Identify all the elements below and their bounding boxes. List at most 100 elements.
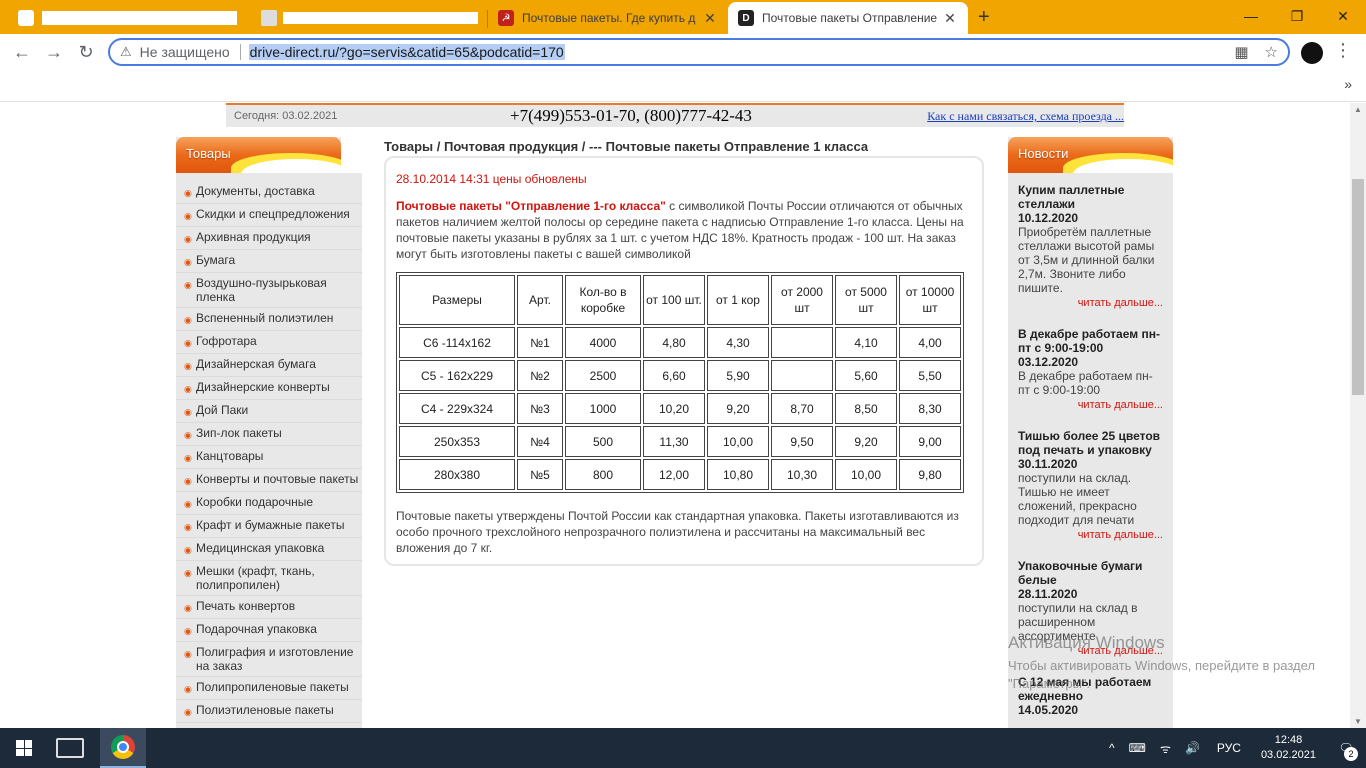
bookmarks-overflow-icon[interactable]: » — [1344, 76, 1352, 92]
back-button[interactable]: ← — [10, 40, 34, 64]
bullet-icon: ◉ — [184, 315, 192, 325]
qr-code-icon[interactable]: ▦ — [1234, 43, 1248, 61]
tab-pochtovye-pakety-buy[interactable]: ☭ Почтовые пакеты. Где купить д ✕ — [488, 2, 728, 34]
category-label[interactable]: Медицинская упаковка — [196, 541, 324, 557]
category-label[interactable]: Крафт и бумажные пакеты — [196, 518, 344, 534]
sidebar-category-item[interactable]: ◉ Подарочная упаковка — [176, 619, 362, 642]
language-indicator[interactable]: РУС — [1217, 741, 1241, 755]
news-text: В декабре работаем пн-пт с 9:00-19:00 — [1018, 369, 1153, 397]
scrollbar-thumb[interactable] — [1352, 179, 1364, 395]
category-label[interactable]: Мешки (крафт, ткань, полипропилен) — [196, 564, 362, 592]
contact-link[interactable]: Как с нами связаться, схема проезда ... — [927, 109, 1124, 124]
category-label[interactable]: Гофротара — [196, 334, 257, 350]
category-label[interactable]: Полиграфия и изготовление на заказ — [196, 645, 362, 673]
notification-count: 2 — [1344, 747, 1358, 761]
sidebar-category-item[interactable]: ◉ Канцтовары — [176, 446, 362, 469]
sidebar-category-item[interactable]: ◉ Крафт и бумажные пакеты — [176, 515, 362, 538]
category-label[interactable]: Конверты и почтовые пакеты — [196, 472, 358, 488]
network-icon[interactable]: ᯤ — [1160, 740, 1171, 757]
bullet-icon: ◉ — [184, 453, 192, 463]
sidebar-category-item[interactable]: ◉ Полипропиленовые пакеты — [176, 677, 362, 700]
read-more-link[interactable]: читать дальше... — [1018, 297, 1163, 309]
news-title[interactable]: Тишью более 25 цветов под печать и упако… — [1018, 429, 1163, 457]
start-button[interactable] — [0, 728, 48, 768]
category-label[interactable]: Дизайнерская бумага — [196, 357, 316, 373]
table-cell: 5,90 — [707, 360, 769, 391]
clock[interactable]: 12:48 03.02.2021 — [1261, 733, 1316, 763]
security-status[interactable]: Не защищено — [140, 44, 230, 60]
news-title[interactable]: Упаковочные бумаги белые — [1018, 559, 1163, 587]
page-scrollbar[interactable]: ▲ ▼ — [1350, 103, 1366, 728]
category-label[interactable]: Воздушно-пузырьковая пленка — [196, 276, 362, 304]
sidebar-category-item[interactable]: ◉ Полиэтиленовые пакеты — [176, 700, 362, 723]
news-title[interactable]: Купим паллетные стеллажи — [1018, 183, 1163, 211]
read-more-link[interactable]: читать дальше... — [1018, 529, 1163, 541]
tab-redacted[interactable] — [8, 2, 488, 34]
table-cell: 10,30 — [771, 459, 833, 490]
category-label[interactable]: Зип-лок пакеты — [196, 426, 282, 442]
news-date: 10.12.2020 — [1018, 211, 1079, 225]
sidebar-category-item[interactable]: ◉ Конверты и почтовые пакеты — [176, 469, 362, 492]
scroll-down-icon[interactable]: ▼ — [1354, 717, 1362, 726]
category-label[interactable]: Дой Паки — [196, 403, 248, 419]
reload-button[interactable]: ↻ — [74, 40, 98, 64]
maximize-button[interactable]: ❐ — [1274, 4, 1320, 28]
news-title[interactable]: В декабре работаем пн-пт с 9:00-19:00 — [1018, 327, 1163, 355]
news-text: Приобретём паллетные стеллажи высотой ра… — [1018, 225, 1155, 295]
sidebar-category-item[interactable]: ◉ Печать конвертов — [176, 596, 362, 619]
news-title: Новости — [1018, 146, 1069, 161]
sidebar-category-item[interactable]: ◉ Дой Паки — [176, 400, 362, 423]
sidebar-category-item[interactable]: ◉ Коробки подарочные — [176, 492, 362, 515]
profile-avatar[interactable] — [1301, 42, 1323, 64]
browser-menu-icon[interactable]: ⋮ — [1334, 40, 1352, 61]
category-label[interactable]: Подарочная упаковка — [196, 622, 317, 638]
close-window-button[interactable]: ✕ — [1320, 4, 1366, 28]
category-label[interactable]: Скидки и спецпредложения — [196, 207, 350, 223]
url-text[interactable]: drive-direct.ru/?go=servis&catid=65&podc… — [248, 44, 565, 60]
bookmark-star-icon[interactable]: ☆ — [1265, 43, 1278, 61]
table-cell: 9,50 — [771, 426, 833, 457]
sidebar-category-item[interactable]: ◉ Архивная продукция — [176, 227, 362, 250]
sidebar-category-item[interactable]: ◉ Документы, доставка — [176, 181, 362, 204]
close-tab-icon[interactable]: ✕ — [702, 10, 718, 27]
category-label[interactable]: Печать конвертов — [196, 599, 295, 615]
category-label[interactable]: Канцтовары — [196, 449, 263, 465]
category-label[interactable]: Документы, доставка — [196, 184, 315, 200]
category-label[interactable]: Полипропиленовые пакеты — [196, 680, 349, 696]
sidebar-category-item[interactable]: ◉ Медицинская упаковка — [176, 538, 362, 561]
sidebar-category-item[interactable]: ◉ Полиграфия и изготовление на заказ — [176, 642, 362, 677]
notification-center-button[interactable]: 🗨 2 — [1326, 728, 1366, 768]
read-more-link[interactable]: читать дальше... — [1018, 399, 1163, 411]
tray-overflow-icon[interactable]: ^ — [1109, 741, 1115, 755]
new-tab-button[interactable]: + — [978, 6, 990, 29]
close-tab-icon[interactable]: ✕ — [942, 10, 958, 27]
chrome-taskbar-button[interactable] — [100, 728, 146, 768]
tab-active[interactable]: D Почтовые пакеты Отправление ✕ — [728, 2, 968, 34]
sidebar-category-item[interactable]: ◉ Дизайнерские конверты — [176, 377, 362, 400]
volume-icon[interactable]: 🔊 — [1185, 741, 1200, 755]
input-method-icon[interactable]: ⌨ — [1129, 741, 1146, 755]
sidebar-category-item[interactable]: ◉ Гофротара — [176, 331, 362, 354]
sidebar-category-item[interactable]: ◉ Воздушно-пузырьковая пленка — [176, 273, 362, 308]
category-label[interactable]: Коробки подарочные — [196, 495, 313, 511]
news-item: Тишью более 25 цветов под печать и упако… — [1018, 429, 1163, 541]
category-label[interactable]: Вспененный полиэтилен — [196, 311, 333, 327]
forward-button[interactable]: → — [42, 40, 66, 64]
task-view-icon[interactable] — [56, 738, 84, 758]
category-label[interactable]: Полиэтиленовые пакеты — [196, 703, 334, 719]
scroll-up-icon[interactable]: ▲ — [1354, 105, 1362, 114]
minimize-button[interactable]: — — [1228, 4, 1274, 28]
category-label[interactable]: Бумага — [196, 253, 235, 269]
warning-icon[interactable]: ⚠ — [120, 44, 132, 60]
breadcrumb[interactable]: Товары / Почтовая продукция / --- Почтов… — [384, 139, 868, 154]
category-label[interactable]: Архивная продукция — [196, 230, 311, 246]
sidebar-category-item[interactable]: ◉ Бумага — [176, 250, 362, 273]
address-bar[interactable]: ⚠ Не защищено drive-direct.ru/?go=servis… — [108, 38, 1290, 66]
sidebar-category-item[interactable]: ◉ Мешки (крафт, ткань, полипропилен) — [176, 561, 362, 596]
category-label[interactable]: Дизайнерские конверты — [196, 380, 330, 396]
news-header: Новости — [1008, 137, 1173, 173]
sidebar-category-item[interactable]: ◉ Дизайнерская бумага — [176, 354, 362, 377]
sidebar-category-item[interactable]: ◉ Вспененный полиэтилен — [176, 308, 362, 331]
sidebar-category-item[interactable]: ◉ Зип-лок пакеты — [176, 423, 362, 446]
sidebar-category-item[interactable]: ◉ Скидки и спецпредложения — [176, 204, 362, 227]
